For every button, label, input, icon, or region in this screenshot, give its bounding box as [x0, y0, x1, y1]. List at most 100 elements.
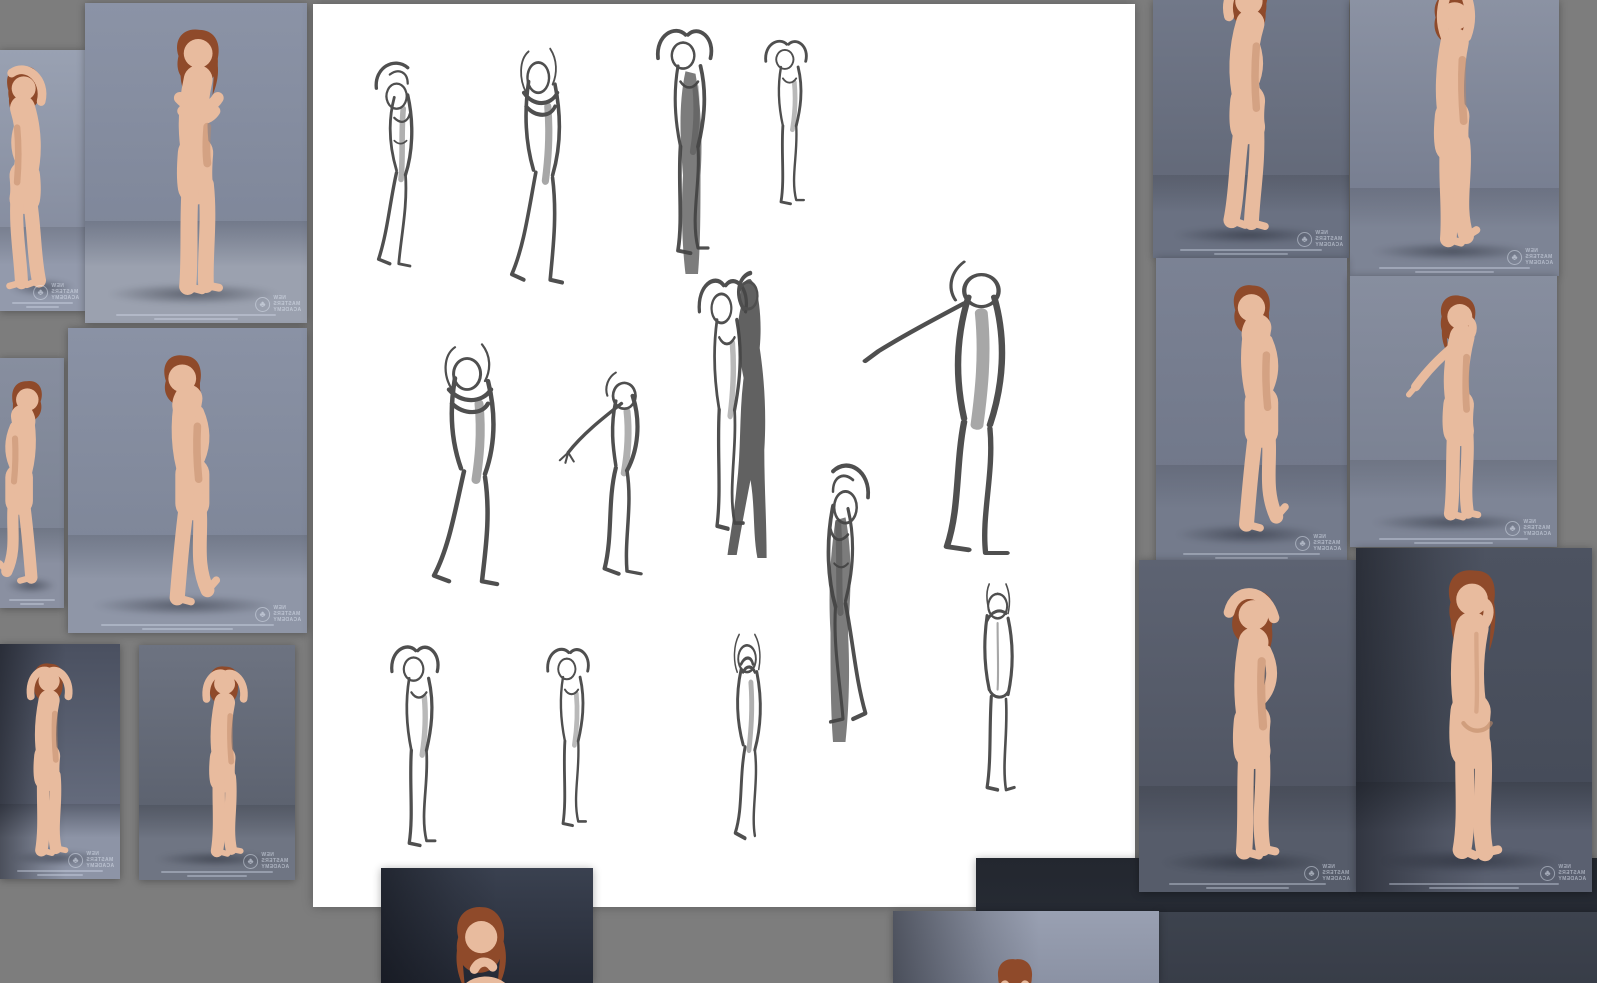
gesture-sketch: [983, 583, 1016, 792]
watermark-text: NEW MASTERS ACADEMY: [273, 605, 301, 623]
caption-lines: [1139, 883, 1356, 889]
caption-lines: [1350, 267, 1559, 273]
caption-line: [1180, 249, 1322, 251]
caption-lines: [1153, 249, 1349, 255]
watermark-line: ACADEMY: [50, 295, 79, 301]
caption-lines: [85, 314, 307, 320]
studio-floor: [139, 804, 295, 880]
gesture-sketch: [764, 39, 808, 206]
studio-floor: [68, 535, 307, 633]
floor-shadow: [1370, 513, 1533, 533]
watermark-line: NEW: [272, 295, 286, 301]
caption-line: [1389, 883, 1559, 885]
model-figure: [27, 663, 73, 857]
shadow-overlay: [1356, 548, 1592, 892]
reference-photo-f[interactable]: NEW MASTERS ACADEMY ♣: [139, 645, 295, 880]
reference-photo-c[interactable]: [0, 358, 64, 608]
reference-photo-o[interactable]: NEW MASTERS ACADEMY ♣: [1350, 276, 1557, 547]
watermark-text: NEW MASTERS ACADEMY: [1313, 534, 1341, 552]
shadow-overlay: [0, 644, 120, 879]
studio-floor: [1139, 785, 1356, 892]
caption-line: [1206, 887, 1289, 889]
watermark-text: NEW MASTERS ACADEMY: [273, 295, 301, 313]
reference-photo-n[interactable]: NEW MASTERS ACADEMY ♣: [1156, 258, 1347, 562]
caption-line: [187, 875, 247, 877]
shadow-overlay: [893, 911, 1159, 983]
reference-photo-i[interactable]: [893, 911, 1159, 983]
nma-watermark: NEW MASTERS ACADEMY ♣: [242, 852, 289, 870]
sketch-page-image[interactable]: [313, 4, 1135, 907]
watermark-text: NEW MASTERS ACADEMY: [86, 851, 114, 869]
model-figure: [456, 906, 506, 983]
caption-lines: [0, 302, 85, 308]
studio-floor: [0, 528, 64, 608]
watermark-line: NEW: [1524, 248, 1538, 254]
caption-lines: [0, 870, 120, 876]
caption-line: [1378, 538, 1529, 540]
watermark-text: NEW MASTERS ACADEMY: [261, 852, 289, 870]
reference-photo-l[interactable]: NEW MASTERS ACADEMY ♣: [1350, 0, 1559, 276]
fleur-de-lis-emblem-icon: ♣: [67, 852, 83, 868]
caption-line: [1379, 267, 1530, 269]
watermark-line: ACADEMY: [1524, 260, 1553, 266]
studio-floor: [1356, 781, 1592, 892]
fleur-de-lis-emblem-icon: ♣: [1506, 249, 1522, 265]
floor-shadow: [154, 850, 277, 868]
caption-line: [160, 871, 274, 873]
caption-lines: [0, 599, 64, 605]
watermark-line: NEW: [1557, 864, 1571, 870]
reference-photo-q[interactable]: NEW MASTERS ACADEMY ♣: [1139, 560, 1356, 892]
reference-photo-dark2[interactable]: [1158, 912, 1597, 983]
reference-photo-d[interactable]: NEW MASTERS ACADEMY ♣: [68, 328, 307, 633]
model-figure: [202, 666, 248, 858]
model-figure: [1233, 285, 1289, 532]
model-figure: [1223, 0, 1270, 231]
watermark-text: NEW MASTERS ACADEMY: [1315, 230, 1343, 248]
reference-board[interactable]: NEW MASTERS ACADEMY ♣ NEW MASTERS ACADEMY ♣ NEW M…: [0, 0, 1597, 983]
caption-line: [1182, 553, 1321, 555]
nma-watermark: NEW MASTERS ACADEMY ♣: [1506, 248, 1553, 266]
gesture-sketch: [733, 633, 762, 841]
caption-line: [1213, 253, 1289, 255]
model-figure: [0, 380, 43, 584]
nma-watermark: NEW MASTERS ACADEMY ♣: [1296, 230, 1343, 248]
watermark-line: ACADEMY: [272, 307, 301, 313]
nma-watermark: NEW MASTERS ACADEMY ♣: [254, 605, 301, 623]
watermark-line: ACADEMY: [272, 617, 301, 623]
studio-floor: [1156, 464, 1347, 562]
watermark-line: NEW: [1522, 519, 1536, 525]
watermark-line: MASTERS: [1314, 236, 1343, 242]
gesture-sketch: [656, 28, 714, 274]
watermark-line: MASTERS: [1557, 870, 1586, 876]
caption-lines: [1156, 553, 1347, 559]
model-figure: [173, 29, 224, 296]
watermark-line: MASTERS: [85, 857, 114, 863]
fleur-de-lis-emblem-icon: ♣: [1303, 865, 1319, 881]
reference-photo-b[interactable]: NEW MASTERS ACADEMY ♣: [85, 3, 307, 323]
watermark-text: NEW MASTERS ACADEMY: [1558, 864, 1586, 882]
watermark-text: NEW MASTERS ACADEMY: [1523, 519, 1551, 537]
reference-photo-a[interactable]: NEW MASTERS ACADEMY ♣: [0, 50, 85, 311]
caption-line: [153, 318, 239, 320]
reference-photo-e[interactable]: NEW MASTERS ACADEMY ♣: [0, 644, 120, 879]
watermark-line: NEW: [85, 851, 99, 857]
watermark-line: MASTERS: [1312, 540, 1341, 546]
watermark-line: MASTERS: [272, 301, 301, 307]
caption-lines: [139, 871, 295, 877]
studio-floor: [1350, 187, 1559, 276]
reference-photo-h[interactable]: [381, 868, 593, 983]
watermark-text: NEW MASTERS ACADEMY: [51, 283, 79, 301]
caption-line: [101, 624, 274, 626]
watermark-line: ACADEMY: [1321, 876, 1350, 882]
gesture-sketch: [390, 645, 440, 848]
watermark-line: MASTERS: [1522, 525, 1551, 531]
caption-line: [142, 628, 233, 630]
floor-shadow: [1370, 241, 1534, 261]
watermark-line: ACADEMY: [260, 864, 289, 870]
reference-photo-k[interactable]: NEW MASTERS ACADEMY ♣: [1153, 0, 1349, 258]
watermark-line: ACADEMY: [85, 863, 114, 869]
studio-floor: [0, 227, 85, 311]
reference-photo-r[interactable]: NEW MASTERS ACADEMY ♣: [1356, 548, 1592, 892]
watermark-line: MASTERS: [272, 611, 301, 617]
nma-watermark: NEW MASTERS ACADEMY ♣: [32, 283, 79, 301]
